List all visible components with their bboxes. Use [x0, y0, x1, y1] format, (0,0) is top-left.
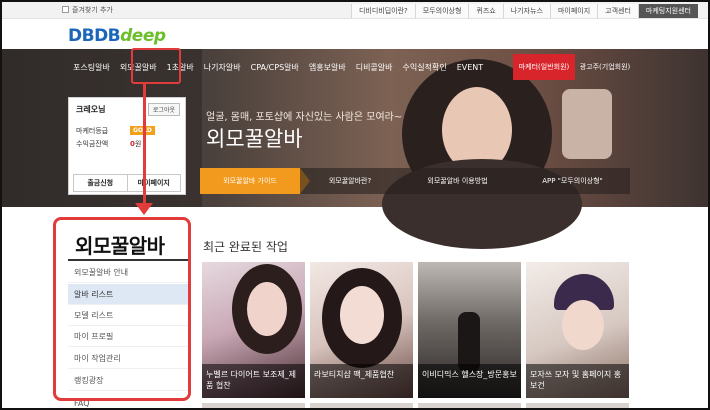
- nav-event[interactable]: EVENT: [452, 63, 488, 72]
- utility-links: 디비디비딥이란? 모두의이상형 퀴즈쇼 나기자뉴스 마이페이지 고객센터 마케팅…: [350, 4, 698, 18]
- work-card-caption: 라보티치샵 팩_제품협찬: [310, 364, 413, 398]
- recent-works-title: 최근 완료된 작업: [203, 240, 288, 254]
- work-card-caption: 누벨르 다이어트 보조제_제품 협찬: [202, 364, 305, 398]
- annotation-arrow-head: [135, 203, 153, 215]
- util-link-about[interactable]: 디비디비딥이란?: [350, 4, 415, 18]
- util-link-news[interactable]: 나기자뉴스: [502, 4, 550, 18]
- bookmark-label: 즐겨찾기 추가: [72, 6, 113, 14]
- work-card-next-row: [202, 403, 305, 408]
- highlight-box-sidebar: [53, 217, 191, 401]
- card-photo-face: [340, 286, 384, 344]
- nav-cpa[interactable]: CPA/CPS알바: [246, 62, 304, 73]
- hero-title: 외모꿀알바: [206, 127, 303, 151]
- hero-photo-phone: [562, 89, 612, 159]
- nav-earnings[interactable]: 수익실적확인: [398, 62, 452, 73]
- card-photo-face: [247, 282, 287, 336]
- hero-subtitle: 얼굴, 몸매, 포토샵에 자신있는 사람은 모여라~: [206, 112, 403, 123]
- util-link-support[interactable]: 고객센터: [597, 4, 638, 18]
- util-link-mypage[interactable]: 마이페이지: [549, 4, 598, 18]
- profit-unit: 원: [134, 140, 142, 148]
- highlight-box-nav: [131, 48, 181, 84]
- nav-dbcall[interactable]: 디비콜알바: [351, 62, 398, 73]
- util-link-ideal[interactable]: 모두의이상형: [414, 4, 469, 18]
- profit-value: 0원: [130, 139, 141, 149]
- utility-bar: 즐겨찾기 추가 디비디비딥이란? 모두의이상형 퀴즈쇼 나기자뉴스 마이페이지 …: [2, 2, 708, 19]
- annotation-arrow-shaft: [143, 84, 146, 206]
- hero-tabs: 외모꿀알바 가이드 외모꿀알바란? 외모꿀알바 이용방법 APP "모두의이상형…: [200, 168, 630, 194]
- advertiser-button[interactable]: 광고주(기업회원): [576, 54, 634, 80]
- site-logo[interactable]: DBDBdeep: [68, 26, 166, 46]
- work-card[interactable]: 누벨르 다이어트 보조제_제품 협찬: [202, 262, 305, 398]
- logo-text-deep: deep: [120, 26, 166, 46]
- tab-app[interactable]: APP "모두의이상형": [515, 168, 630, 194]
- work-card-caption: 이비디믹스 헬스장_방문홍보: [418, 364, 521, 398]
- user-name: 크레오님: [76, 105, 106, 114]
- util-link-marketing[interactable]: 마케팅지원센터: [637, 4, 698, 18]
- card-photo-face: [562, 300, 604, 350]
- logo-text-db: DBDB: [68, 26, 121, 46]
- nav-posting[interactable]: 포스팅알바: [68, 62, 115, 73]
- checkbox-icon: [62, 6, 69, 13]
- work-card-next-row: [418, 403, 521, 408]
- work-card-next-row: [310, 403, 413, 408]
- marketer-button[interactable]: 마케터(일반회원): [513, 54, 575, 80]
- mypage-button[interactable]: 마이페이지: [126, 175, 181, 191]
- work-card[interactable]: 라보티치샵 팩_제품협찬: [310, 262, 413, 398]
- tab-guide[interactable]: 외모꿀알바 가이드: [200, 168, 310, 194]
- nav-reporter[interactable]: 나기자알바: [199, 62, 246, 73]
- profit-label: 수익금잔액: [76, 140, 109, 148]
- grade-label: 마케터등급: [76, 127, 109, 135]
- work-card[interactable]: 모자쓰 모자 및 홈페이지 홍보건: [526, 262, 629, 398]
- util-link-quiz[interactable]: 퀴즈쇼: [468, 4, 503, 18]
- login-buttons: 출금신청 마이페이지: [73, 174, 181, 192]
- logout-button[interactable]: 로그아웃: [147, 103, 180, 116]
- work-card[interactable]: 이비디믹스 헬스장_방문홍보: [418, 262, 521, 398]
- screenshot-frame: 즐겨찾기 추가 디비디비딥이란? 모두의이상형 퀴즈쇼 나기자뉴스 마이페이지 …: [0, 0, 710, 410]
- tab-howto[interactable]: 외모꿀알바 이용방법: [400, 168, 515, 194]
- bookmark-link[interactable]: 즐겨찾기 추가: [62, 5, 113, 15]
- work-card-next-row: [526, 403, 629, 408]
- card-photo-figure: [458, 312, 480, 372]
- work-card-caption: 모자쓰 모자 및 홈페이지 홍보건: [526, 364, 629, 398]
- login-panel: 크레오님 로그아웃 마케터등급 GOLD 수익금잔액 0원 출금신청 마이페이지: [68, 97, 186, 195]
- nav-app[interactable]: 앱홍보알바: [304, 62, 351, 73]
- withdraw-button[interactable]: 출금신청: [74, 175, 127, 191]
- tab-about[interactable]: 외모꿀알바란?: [300, 168, 400, 194]
